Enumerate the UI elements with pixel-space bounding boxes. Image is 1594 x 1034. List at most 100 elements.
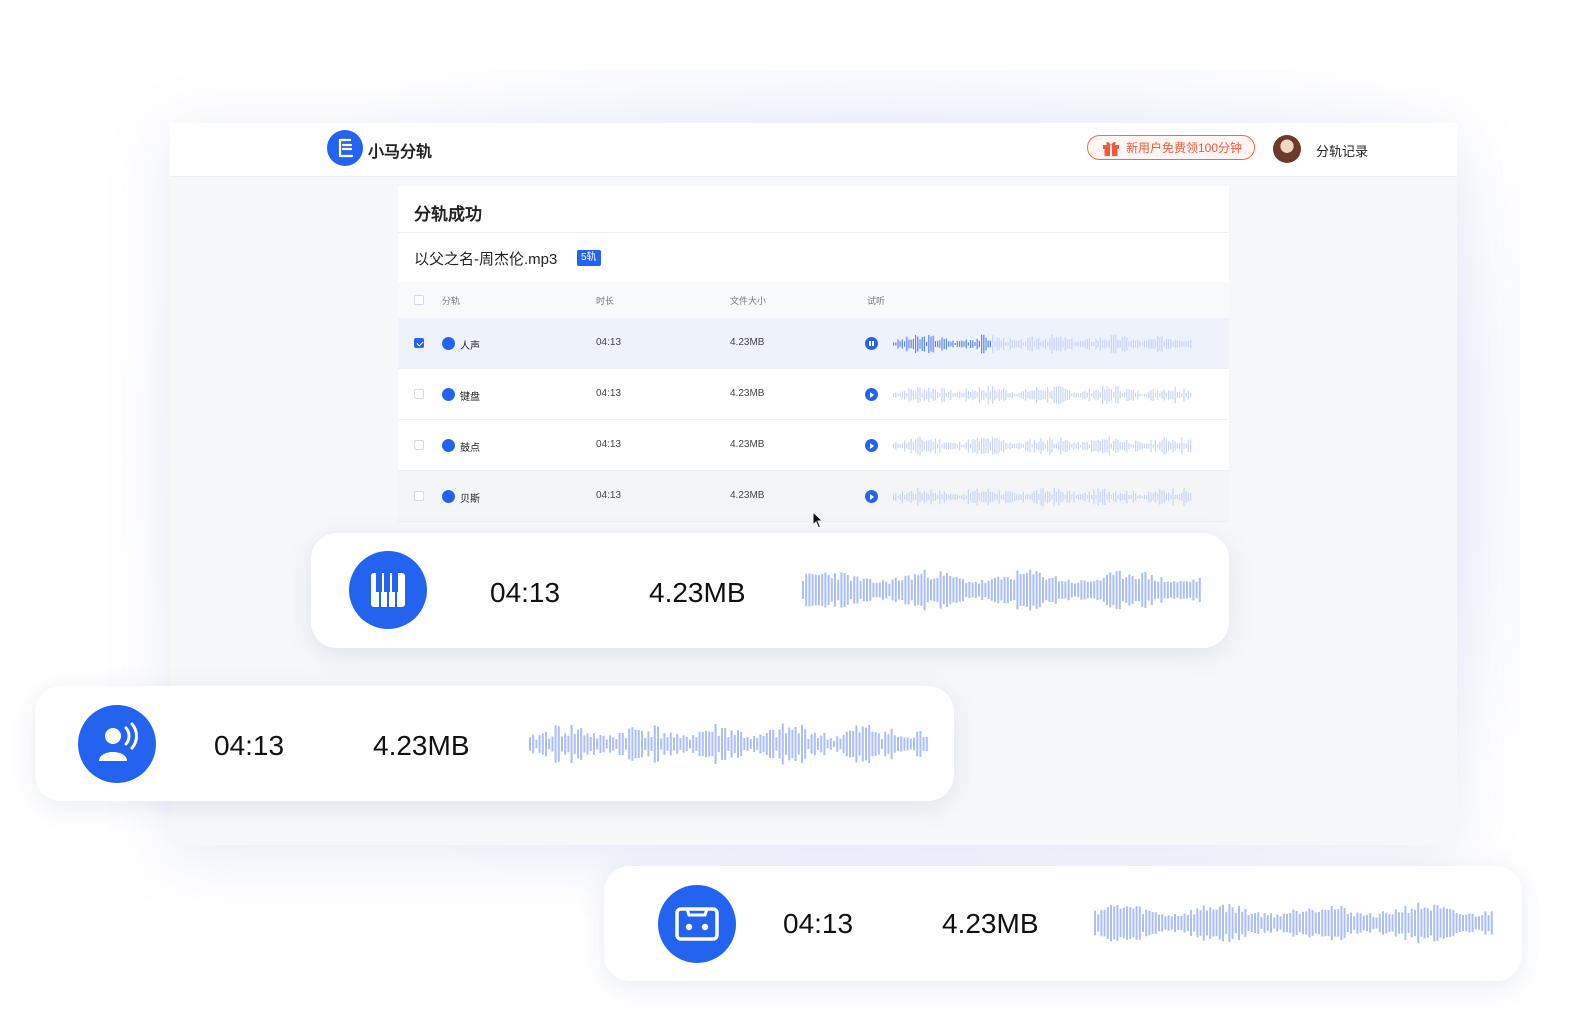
pause-icon[interactable] [865,337,878,350]
waveform-bar [641,730,643,758]
waveform-bar [1154,439,1156,453]
waveform-bar [1417,902,1420,944]
waveform-bar [637,730,640,758]
waveform-bar [836,736,839,752]
select-all-checkbox[interactable] [414,295,424,305]
waveform-bar [1366,914,1368,932]
waveform-bar [1064,494,1066,500]
waveform-bar [917,487,919,507]
waveform-bar [580,728,583,760]
waveform-bar [724,727,727,761]
app-title[interactable]: 小马分轨 [368,138,432,162]
waveform-bar [1181,437,1183,455]
play-icon[interactable] [865,388,878,401]
waveform-bar [1154,339,1156,349]
promo-button[interactable]: 新用户免费领100分钟 [1087,135,1255,160]
waveform-bar [765,733,768,755]
waveform-bar [1369,913,1372,933]
table-row[interactable]: 键盘 04:13 4.23MB [398,369,1229,420]
waveform-bar [1121,442,1123,450]
waveform-bar [1442,907,1445,939]
table-row[interactable]: 人声 04:13 4.23MB [398,318,1229,369]
track-count-badge: 5轨 [577,250,601,266]
track-card-vocal[interactable]: 04:13 4.23MB [35,686,954,801]
waveform-bar [1172,390,1174,400]
waveform-bar [917,575,920,605]
waveform-bar [1119,492,1121,502]
waveform-bar [1185,392,1187,398]
waveform-bar [1132,339,1134,349]
waveform-bar [923,491,925,503]
row-checkbox[interactable] [414,491,424,501]
waveform[interactable] [893,385,1193,405]
waveform-bar [1150,339,1152,349]
waveform-bar [852,730,855,758]
waveform-bar [1113,906,1116,940]
waveform-bar [950,493,952,501]
waveform-bar [781,723,784,765]
waveform[interactable] [893,487,1193,507]
play-icon[interactable] [865,490,878,503]
waveform-bar [1080,393,1082,397]
waveform-bar [1362,915,1365,931]
waveform-bar [1166,581,1169,599]
waveform-bar [1099,336,1101,352]
track-size: 4.23MB [730,439,765,450]
row-checkbox[interactable] [414,440,424,450]
waveform-bar [1321,909,1324,937]
track-card-piano[interactable]: 04:13 4.23MB [311,533,1229,648]
waveform-bar [1172,488,1174,506]
waveform-bar [1031,390,1033,400]
cassette-icon [658,885,736,963]
waveform-bar [1234,912,1237,934]
waveform-bar [1003,337,1005,351]
waveform-bar [901,391,903,399]
waveform[interactable] [893,334,1193,354]
waveform[interactable] [802,569,1202,611]
track-card-cassette[interactable]: 04:13 4.23MB [604,866,1522,981]
waveform-bar [824,572,827,608]
waveform-bar [958,578,961,602]
waveform-bar [1426,908,1429,938]
waveform-bar [936,578,939,602]
waveform-bar [1187,440,1189,452]
waveform-bar [1314,912,1317,934]
waveform-bar [1027,494,1029,500]
waveform-bar [974,439,976,453]
row-checkbox[interactable] [414,338,424,348]
waveform-bar [915,439,917,453]
waveform-bar [989,441,991,451]
app-logo-icon[interactable] [327,130,363,166]
waveform-bar [1115,571,1118,609]
waveform-bar [1186,581,1188,599]
waveform-bar [1077,393,1079,397]
waveform-bar [1151,912,1154,934]
waveform-bar [1298,913,1301,933]
waveform-bar [1084,492,1086,502]
waveform-bar [998,490,1000,504]
waveform-bar [900,736,903,752]
row-checkbox[interactable] [414,389,424,399]
waveform-bar [1398,912,1400,934]
waveform-bar [551,736,554,752]
waveform[interactable] [529,722,931,766]
waveform-bar [897,339,899,349]
waveform-bar [1106,386,1108,404]
waveform-bar [1103,909,1106,937]
waveform-bar [926,577,929,603]
waveform[interactable] [893,436,1193,456]
waveform-bar [1452,909,1455,937]
waveform-bar [1124,493,1126,501]
table-row[interactable]: 鼓点 04:13 4.23MB [398,420,1229,471]
waveform-bar [1180,915,1183,931]
waveform-bar [1040,389,1042,401]
waveform-bar [1190,493,1192,501]
waveform-bar [1128,389,1130,401]
play-icon[interactable] [865,439,878,452]
history-link[interactable]: 分轨记录 [1316,141,1368,160]
waveform-bar [1165,339,1167,350]
waveform-bar [1183,488,1185,506]
divider [398,232,1229,233]
avatar[interactable] [1273,135,1301,163]
waveform[interactable] [1094,902,1494,944]
